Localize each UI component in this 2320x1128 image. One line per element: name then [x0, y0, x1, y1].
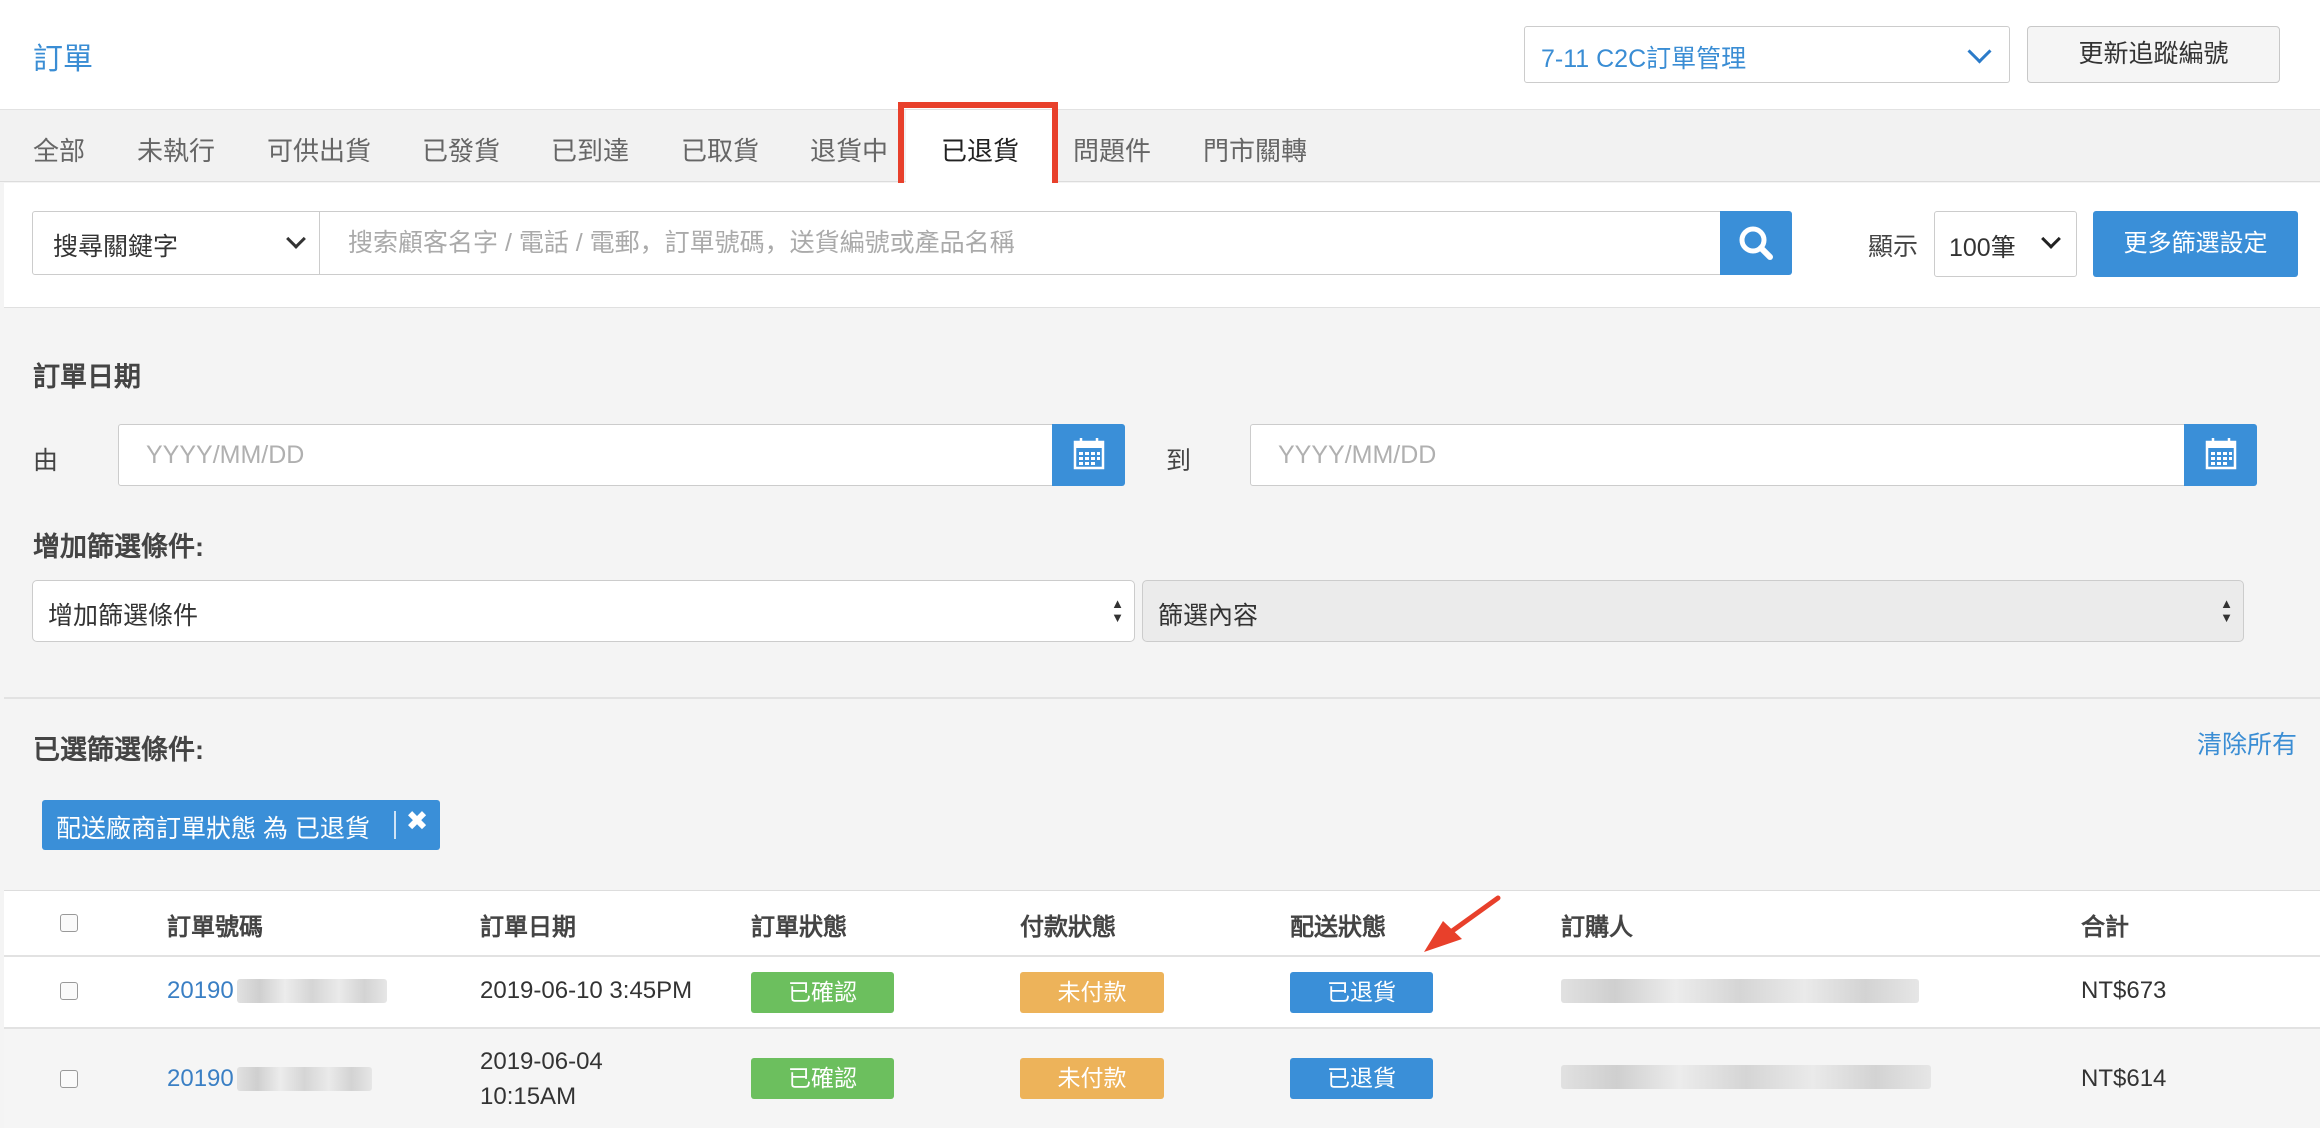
select-all-checkbox[interactable]	[60, 914, 78, 932]
add-filter-heading: 增加篩選條件:	[33, 532, 204, 562]
payment-status-badge: 未付款	[1020, 1058, 1164, 1099]
keyword-field-value: 搜尋關鍵字	[53, 233, 179, 261]
calendar-icon	[1073, 438, 1105, 470]
order-date: 2019-06-04	[480, 1048, 603, 1075]
tab-picked-up[interactable]: 已取貨	[681, 131, 759, 168]
annotation-arrow-icon	[1424, 895, 1501, 952]
keyword-field-select[interactable]: 搜尋關鍵字	[32, 211, 320, 275]
delivery-status-badge: 已退貨	[1290, 972, 1433, 1013]
tab-store-closed[interactable]: 門市關轉	[1203, 131, 1307, 168]
order-number-link[interactable]: 20190	[167, 977, 234, 1005]
delivery-status-badge: 已退貨	[1290, 1058, 1433, 1099]
search-input[interactable]	[319, 211, 1721, 275]
page-size-label: 顯示	[1868, 233, 1919, 261]
column-header-delivery-status: 配送狀態	[1290, 914, 1386, 941]
column-header-order-no: 訂單號碼	[167, 914, 263, 941]
order-time: 10:15AM	[480, 1083, 577, 1110]
update-tracking-button[interactable]: 更新追蹤編號	[2027, 26, 2280, 83]
payment-status-badge: 未付款	[1020, 972, 1164, 1013]
column-header-customer: 訂購人	[1561, 914, 1633, 941]
chevron-down-icon	[286, 229, 306, 249]
add-filter-select[interactable]: 增加篩選條件 ▲ ▼	[32, 580, 1135, 642]
redacted-order-number	[237, 1067, 372, 1091]
tab-highlight-box	[898, 102, 1058, 190]
filter-content-select[interactable]: 篩選內容 ▲ ▼	[1142, 580, 2244, 642]
page-title: 訂單	[33, 43, 93, 76]
search-icon	[1739, 226, 1773, 260]
date-to-input[interactable]	[1250, 424, 2185, 486]
order-total: NT$614	[2081, 1065, 2167, 1092]
redacted-customer	[1561, 979, 1919, 1003]
order-status-badge: 已確認	[751, 1058, 894, 1099]
tab-ready-to-ship[interactable]: 可供出貨	[267, 131, 371, 168]
column-header-total: 合計	[2081, 914, 2129, 941]
tab-problem[interactable]: 問題件	[1073, 131, 1151, 168]
chevron-down-icon	[2041, 229, 2061, 249]
chevron-down-icon	[1967, 39, 1992, 64]
column-header-payment-status: 付款狀態	[1020, 914, 1116, 941]
tab-returning[interactable]: 退貨中	[810, 131, 888, 168]
date-to-calendar-button[interactable]	[2184, 424, 2257, 486]
column-header-order-date: 訂單日期	[480, 914, 576, 941]
close-icon[interactable]: ✖	[401, 806, 433, 842]
redacted-customer	[1561, 1065, 1931, 1089]
order-date-heading: 訂單日期	[33, 362, 141, 392]
calendar-icon	[2205, 438, 2237, 470]
date-from-label: 由	[33, 447, 59, 475]
updown-arrows-icon: ▲ ▼	[1111, 596, 1124, 625]
filter-content-select-value: 篩選內容	[1158, 602, 1259, 630]
tab-not-executed[interactable]: 未執行	[137, 131, 215, 168]
row-checkbox[interactable]	[60, 982, 78, 1000]
updown-arrows-icon: ▲ ▼	[2220, 596, 2233, 625]
order-status-badge: 已確認	[751, 972, 894, 1013]
date-from-input[interactable]	[118, 424, 1053, 486]
clear-all-link[interactable]: 清除所有	[2197, 725, 2297, 761]
date-to-label: 到	[1166, 447, 1192, 475]
tab-all[interactable]: 全部	[33, 131, 85, 168]
tab-arrived[interactable]: 已到達	[551, 131, 629, 168]
search-button[interactable]	[1720, 211, 1792, 275]
selected-filters-heading: 已選篩選條件:	[33, 735, 204, 765]
filter-chip-label: 配送廠商訂單狀態 為 已退貨	[56, 815, 370, 843]
page-size-select[interactable]: 100筆	[1934, 211, 2077, 277]
column-header-order-status: 訂單狀態	[751, 914, 847, 941]
page-size-value: 100筆	[1949, 234, 2016, 262]
filter-chip: 配送廠商訂單狀態 為 已退貨 ✖	[42, 800, 440, 850]
filter-chip-separator	[394, 811, 396, 839]
order-number-link[interactable]: 20190	[167, 1065, 234, 1093]
row-checkbox[interactable]	[60, 1070, 78, 1088]
tab-shipped[interactable]: 已發貨	[422, 131, 500, 168]
divider	[4, 697, 2320, 699]
store-select-value: 7-11 C2C訂單管理	[1541, 45, 1747, 73]
store-select[interactable]: 7-11 C2C訂單管理	[1524, 26, 2010, 83]
more-filters-button[interactable]: 更多篩選設定	[2093, 211, 2298, 277]
date-from-calendar-button[interactable]	[1052, 424, 1125, 486]
redacted-order-number	[237, 979, 387, 1003]
order-date: 2019-06-10 3:45PM	[480, 977, 693, 1004]
add-filter-select-value: 增加篩選條件	[48, 602, 199, 630]
row-divider	[4, 955, 2320, 957]
order-total: NT$673	[2081, 977, 2167, 1004]
